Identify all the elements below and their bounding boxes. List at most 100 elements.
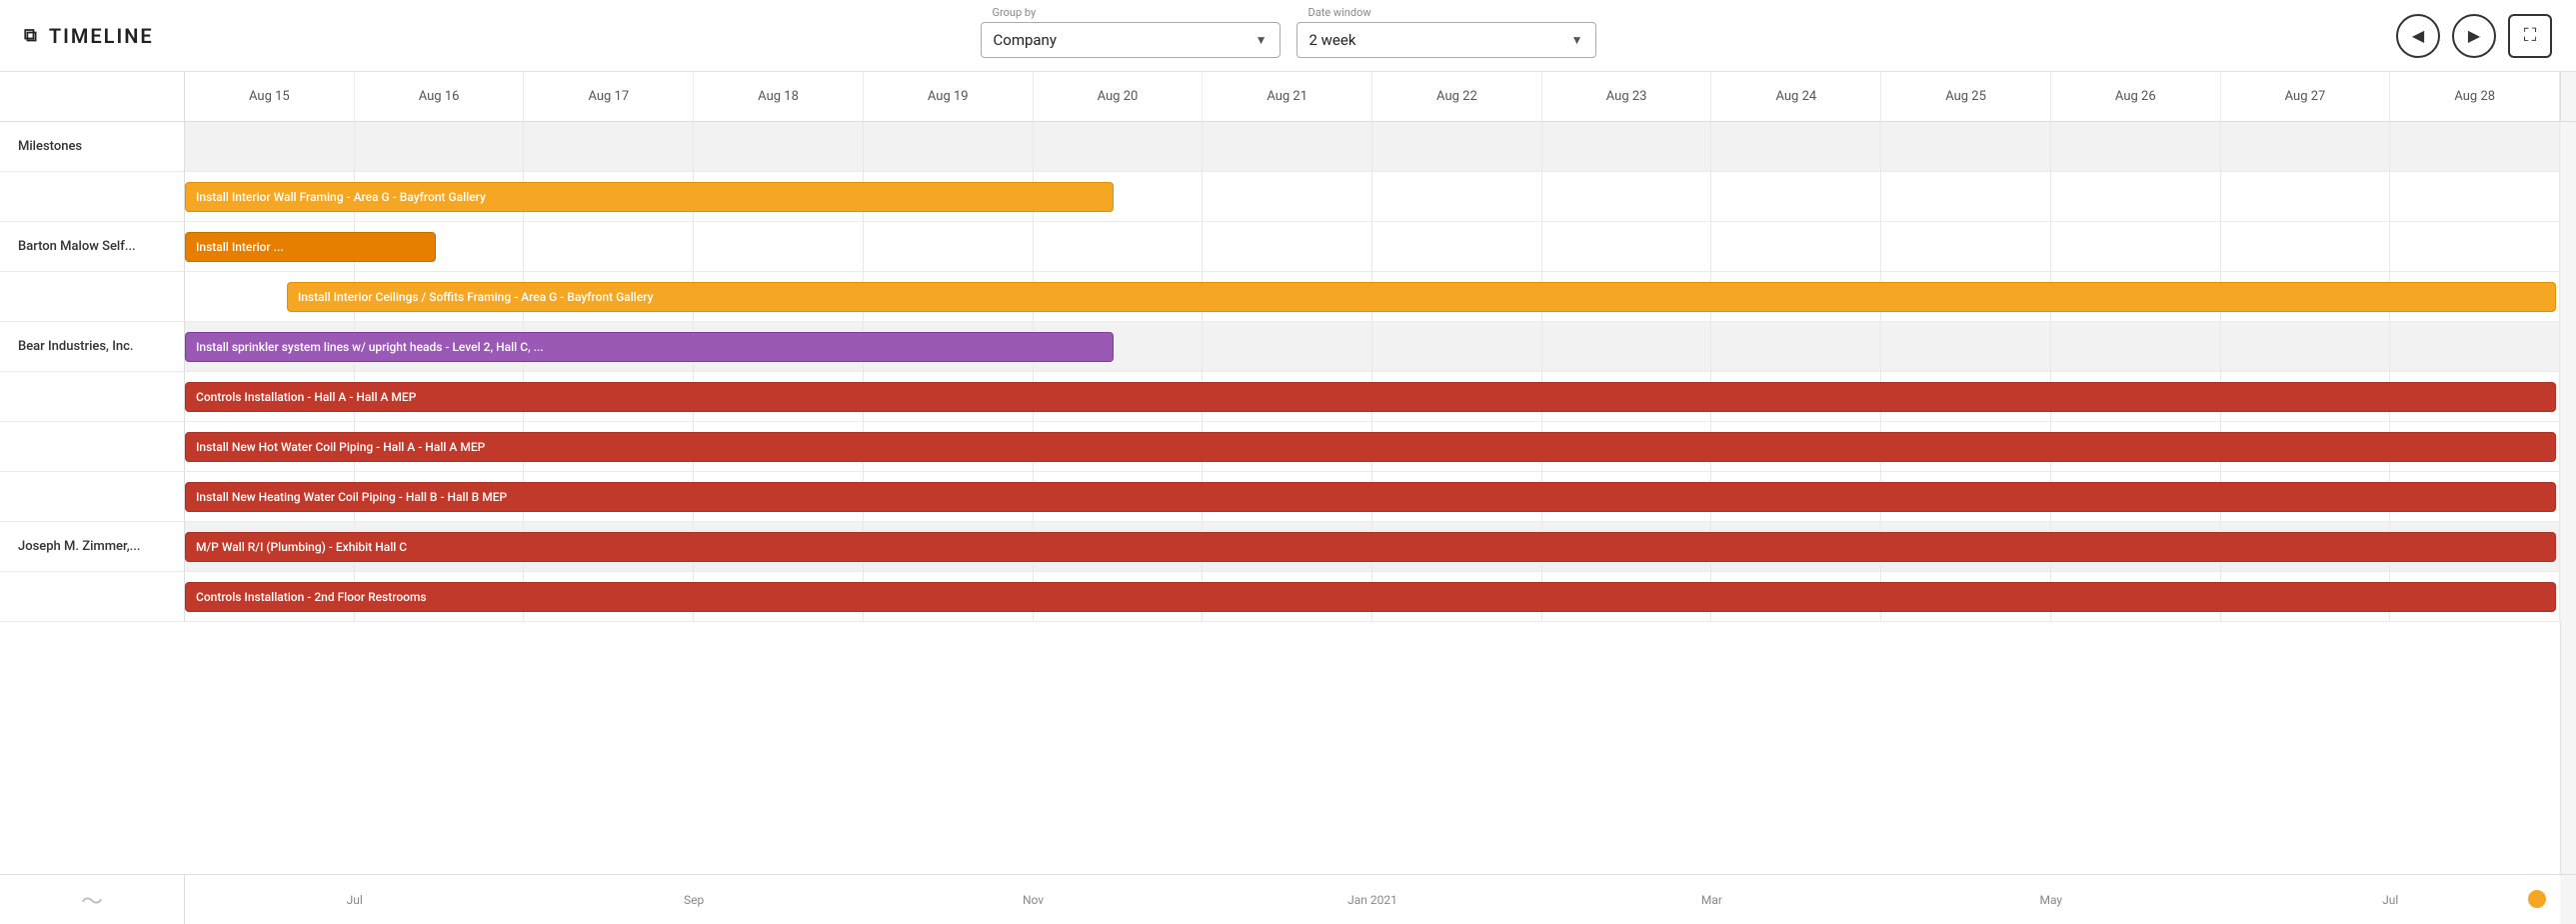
date-col-7: Aug 22 xyxy=(1372,72,1542,121)
grid-icon: ⧉ xyxy=(24,25,39,46)
date-col-8: Aug 23 xyxy=(1542,72,1712,121)
row-content: M/P Wall R/I (Plumbing) - Exhibit Hall C xyxy=(185,522,2560,572)
table-row: Controls Installation - Hall A - Hall A … xyxy=(0,372,2576,422)
row-label: Milestones xyxy=(0,122,185,172)
bottom-date-col-6: Jul xyxy=(2221,893,2560,907)
task-bar[interactable]: Install New Heating Water Coil Piping - … xyxy=(185,482,2556,512)
date-col-9: Aug 24 xyxy=(1711,72,1881,121)
date-col-12: Aug 27 xyxy=(2221,72,2391,121)
bottom-timeline: 〜 JulSepNovJan 2021MarMayJul xyxy=(0,874,2576,924)
table-row: Barton Malow Self...Install Interior ... xyxy=(0,222,2576,272)
app-header: ⧉ TIMELINE Group by Company ▼ Date windo… xyxy=(0,0,2576,72)
title-text: TIMELINE xyxy=(49,24,154,48)
row-label xyxy=(0,572,185,622)
row-content xyxy=(185,122,2560,172)
row-content: Install New Hot Water Coil Piping - Hall… xyxy=(185,422,2560,472)
scrollbar-top[interactable] xyxy=(2560,72,2576,121)
date-col-4: Aug 19 xyxy=(864,72,1034,121)
row-scrollbar-spacer xyxy=(2560,422,2576,472)
group-by-value: Company xyxy=(994,31,1057,49)
date-header-row: Aug 15Aug 16Aug 17Aug 18Aug 19Aug 20Aug … xyxy=(0,72,2576,122)
row-content: Install New Heating Water Coil Piping - … xyxy=(185,472,2560,522)
bottom-date-col-2: Nov xyxy=(864,893,1203,907)
row-label: Joseph M. Zimmer,... xyxy=(0,522,185,572)
rows-area: 〜 JulSepNovJan 2021MarMayJul MilestonesI… xyxy=(0,122,2576,924)
dates-strip: Aug 15Aug 16Aug 17Aug 18Aug 19Aug 20Aug … xyxy=(185,72,2560,121)
date-window-wrapper: Date window 2 week ▼ xyxy=(1296,22,1596,58)
row-content: Install Interior ... xyxy=(185,222,2560,272)
table-row: Bear Industries, Inc.Install sprinkler s… xyxy=(0,322,2576,372)
table-row: Install New Hot Water Coil Piping - Hall… xyxy=(0,422,2576,472)
bottom-date-col-1: Sep xyxy=(524,893,863,907)
task-bar[interactable]: Install Interior ... xyxy=(185,232,436,262)
scrollbar-bottom[interactable] xyxy=(2560,875,2576,924)
row-scrollbar-spacer xyxy=(2560,122,2576,172)
row-scrollbar-spacer xyxy=(2560,522,2576,572)
table-row: Install Interior Ceilings / Soffits Fram… xyxy=(0,272,2576,322)
date-col-13: Aug 28 xyxy=(2390,72,2560,121)
row-scrollbar-spacer xyxy=(2560,272,2576,322)
bottom-mini-chart: 〜 xyxy=(0,875,185,924)
label-header-spacer xyxy=(0,72,185,121)
app-title: ⧉ TIMELINE xyxy=(24,24,154,48)
date-col-1: Aug 16 xyxy=(355,72,525,121)
group-by-label: Group by xyxy=(993,6,1037,19)
row-label xyxy=(0,472,185,522)
date-col-3: Aug 18 xyxy=(694,72,864,121)
table-row: Controls Installation - 2nd Floor Restro… xyxy=(0,572,2576,622)
date-window-value: 2 week xyxy=(1309,31,1356,49)
row-scrollbar-spacer xyxy=(2560,172,2576,222)
chevron-down-icon: ▼ xyxy=(1256,33,1268,47)
table-row: Milestones xyxy=(0,122,2576,172)
header-buttons: ◀ ▶ ⛶ xyxy=(2396,14,2552,58)
bottom-date-col-5: May xyxy=(1881,893,2220,907)
row-content: Controls Installation - Hall A - Hall A … xyxy=(185,372,2560,422)
group-by-wrapper: Group by Company ▼ xyxy=(981,22,1281,58)
row-content: Install Interior Ceilings / Soffits Fram… xyxy=(185,272,2560,322)
table-row: Joseph M. Zimmer,...M/P Wall R/I (Plumbi… xyxy=(0,522,2576,572)
row-label xyxy=(0,272,185,322)
date-window-label: Date window xyxy=(1308,6,1371,19)
date-col-10: Aug 25 xyxy=(1881,72,2051,121)
row-label xyxy=(0,172,185,222)
row-scrollbar-spacer xyxy=(2560,222,2576,272)
row-scrollbar-spacer xyxy=(2560,472,2576,522)
task-bar[interactable]: M/P Wall R/I (Plumbing) - Exhibit Hall C xyxy=(185,532,2556,562)
table-row: Install Interior Wall Framing - Area G -… xyxy=(0,172,2576,222)
date-window-dropdown[interactable]: 2 week ▼ xyxy=(1296,22,1596,58)
row-content: Install sprinkler system lines w/ uprigh… xyxy=(185,322,2560,372)
orange-dot xyxy=(2528,890,2546,908)
table-row: Install New Heating Water Coil Piping - … xyxy=(0,472,2576,522)
date-col-11: Aug 26 xyxy=(2051,72,2221,121)
nav-next-button[interactable]: ▶ xyxy=(2452,14,2496,58)
header-controls: Group by Company ▼ Date window 2 week ▼ xyxy=(981,14,1596,58)
bottom-date-col-3: Jan 2021 xyxy=(1203,893,1541,907)
task-bar[interactable]: Install Interior Ceilings / Soffits Fram… xyxy=(287,282,2556,312)
expand-button[interactable]: ⛶ xyxy=(2508,14,2552,58)
date-col-0: Aug 15 xyxy=(185,72,355,121)
date-col-2: Aug 17 xyxy=(524,72,694,121)
nav-prev-button[interactable]: ◀ xyxy=(2396,14,2440,58)
row-label xyxy=(0,422,185,472)
row-content: Controls Installation - 2nd Floor Restro… xyxy=(185,572,2560,622)
row-content: Install Interior Wall Framing - Area G -… xyxy=(185,172,2560,222)
chevron-down-icon-2: ▼ xyxy=(1571,33,1583,47)
mini-chart-icon: 〜 xyxy=(81,884,103,916)
row-label: Barton Malow Self... xyxy=(0,222,185,272)
task-bar[interactable]: Install New Hot Water Coil Piping - Hall… xyxy=(185,432,2556,462)
date-col-6: Aug 21 xyxy=(1203,72,1372,121)
task-bar[interactable]: Controls Installation - Hall A - Hall A … xyxy=(185,382,2556,412)
bottom-date-col-4: Mar xyxy=(1542,893,1881,907)
task-bar[interactable]: Install sprinkler system lines w/ uprigh… xyxy=(185,332,1114,362)
row-label xyxy=(0,372,185,422)
bottom-date-col-0: Jul xyxy=(185,893,524,907)
row-scrollbar-spacer xyxy=(2560,372,2576,422)
row-scrollbar-spacer xyxy=(2560,572,2576,622)
date-col-5: Aug 20 xyxy=(1034,72,1204,121)
task-bar[interactable]: Install Interior Wall Framing - Area G -… xyxy=(185,182,1114,212)
bottom-dates-strip: JulSepNovJan 2021MarMayJul xyxy=(185,875,2560,924)
row-label: Bear Industries, Inc. xyxy=(0,322,185,372)
task-bar[interactable]: Controls Installation - 2nd Floor Restro… xyxy=(185,582,2556,612)
group-by-dropdown[interactable]: Company ▼ xyxy=(981,22,1281,58)
row-scrollbar-spacer xyxy=(2560,322,2576,372)
